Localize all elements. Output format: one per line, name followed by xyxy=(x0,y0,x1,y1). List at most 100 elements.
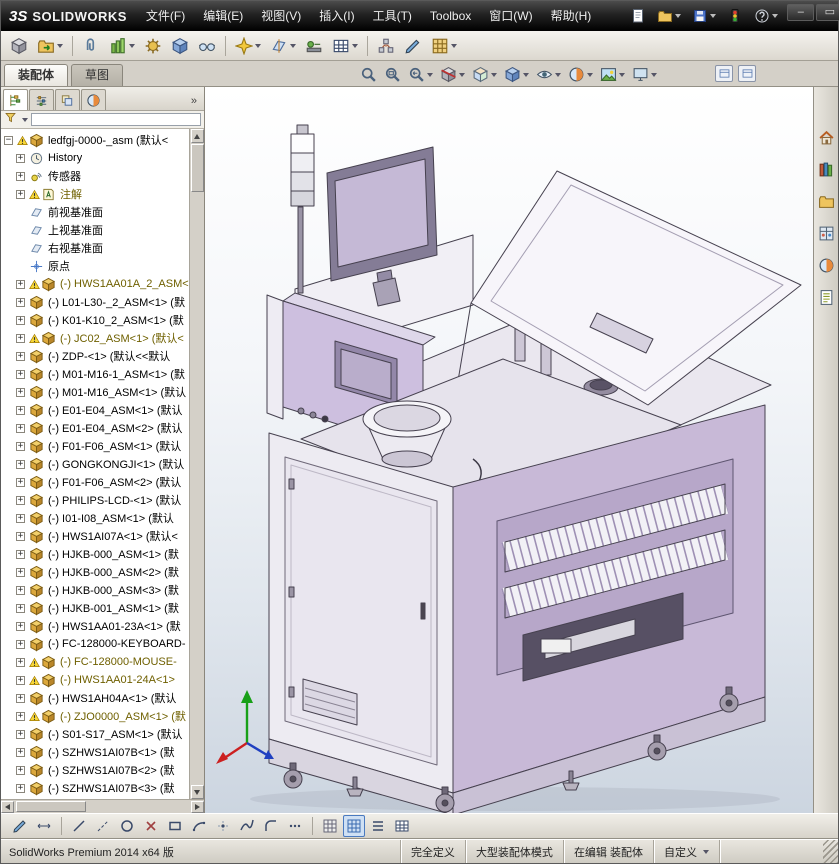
design-table-button[interactable] xyxy=(391,815,413,837)
feature-tree-item[interactable]: +(-) HWS1AA01-23A<1> (默 xyxy=(1,617,189,635)
filter-dropdown-icon[interactable] xyxy=(22,118,28,122)
expand-toggle-icon[interactable]: + xyxy=(16,370,25,379)
expand-toggle-icon[interactable]: + xyxy=(16,460,25,469)
circle-button[interactable] xyxy=(116,815,138,837)
menu-e[interactable]: 编辑(E) xyxy=(194,1,252,31)
feature-tree-item[interactable]: +(-) L01-L30-_2_ASM<1> (默 xyxy=(1,293,189,311)
feature-tree-item[interactable]: +传感器 xyxy=(1,167,189,185)
tree-filter-input[interactable] xyxy=(31,113,201,126)
display-style-button[interactable] xyxy=(501,63,532,86)
hscroll-thumb[interactable] xyxy=(16,801,86,812)
restore-button[interactable]: ▭ xyxy=(816,4,839,21)
expand-toggle-icon[interactable]: + xyxy=(16,550,25,559)
line-button[interactable] xyxy=(68,815,90,837)
linear-component-pattern-button[interactable] xyxy=(106,34,138,58)
feature-tree-item[interactable]: +(-) JC02_ASM<1> (默认< xyxy=(1,329,189,347)
propertymanager-tab[interactable] xyxy=(29,89,54,110)
feature-tree-item[interactable]: +(-) HWS1AA01A_2_ASM< xyxy=(1,275,189,293)
feature-tree-item[interactable]: +(-) PHILIPS-LCD-<1> (默认 xyxy=(1,491,189,509)
sketch-fillet-button[interactable] xyxy=(260,815,282,837)
feature-tree-item[interactable]: +(-) M01-M16-1_ASM<1> (默 xyxy=(1,365,189,383)
feature-tree-item[interactable]: +(-) HWS1AH04A<1> (默认 xyxy=(1,689,189,707)
arc-button[interactable] xyxy=(188,815,210,837)
section-view-button[interactable] xyxy=(437,63,468,86)
menu-toolbox[interactable]: Toolbox xyxy=(421,1,480,31)
feature-tree-item[interactable]: +(-) HJKB-000_ASM<3> (默 xyxy=(1,581,189,599)
feature-tree-item[interactable]: +(-) S01-S17_ASM<1> (默认 xyxy=(1,725,189,743)
tree-horizontal-scrollbar[interactable] xyxy=(1,799,204,813)
expand-toggle-icon[interactable]: − xyxy=(4,136,13,145)
expand-toggle-icon[interactable]: + xyxy=(16,712,25,721)
expand-toggle-icon[interactable]: + xyxy=(16,406,25,415)
view-settings-button[interactable] xyxy=(629,63,660,86)
menu-h[interactable]: 帮助(H) xyxy=(542,1,601,31)
menu-t[interactable]: 工具(T) xyxy=(364,1,421,31)
featuremanager-tree-tab[interactable] xyxy=(3,89,28,110)
new-document-button[interactable] xyxy=(626,5,650,27)
smart-fasteners-button[interactable] xyxy=(141,34,165,58)
more-sketch-tools-button[interactable] xyxy=(284,815,306,837)
feature-tree-item[interactable]: +(-) SZHWS1AI07B<3> (默 xyxy=(1,779,189,797)
expand-toggle-icon[interactable]: + xyxy=(16,496,25,505)
help-button[interactable] xyxy=(750,5,782,27)
panel-overflow-chevron[interactable]: » xyxy=(191,95,202,110)
scroll-down-button[interactable] xyxy=(191,785,204,799)
edit-appearance-button[interactable] xyxy=(565,63,596,86)
feature-tree-item[interactable]: 上视基准面 xyxy=(1,221,189,239)
large-assembly-mode-button[interactable] xyxy=(428,34,460,58)
feature-tree-item[interactable]: +(-) ZDP-<1> (默认<<默认 xyxy=(1,347,189,365)
assembly-features-button[interactable] xyxy=(232,34,264,58)
open-document-button[interactable] xyxy=(653,5,685,27)
pane-split-2-button[interactable] xyxy=(738,65,756,82)
apply-scene-button[interactable] xyxy=(597,63,628,86)
feature-tree-item[interactable]: +(-) HJKB-000_ASM<1> (默 xyxy=(1,545,189,563)
appearances-scenes-button[interactable] xyxy=(816,255,837,276)
expand-toggle-icon[interactable]: + xyxy=(16,478,25,487)
edit-component-button[interactable] xyxy=(7,34,31,58)
expand-toggle-icon[interactable]: + xyxy=(16,172,25,181)
corner-rectangle-button[interactable] xyxy=(164,815,186,837)
feature-tree-item[interactable]: 原点 xyxy=(1,257,189,275)
tab-草图[interactable]: 草图 xyxy=(71,64,123,86)
design-library-button[interactable] xyxy=(816,159,837,180)
hide-show-items-button[interactable] xyxy=(533,63,564,86)
configurationmanager-tab[interactable] xyxy=(55,89,80,110)
expand-toggle-icon[interactable]: + xyxy=(16,604,25,613)
scroll-right-button[interactable] xyxy=(191,801,204,813)
trim-entities-button[interactable] xyxy=(140,815,162,837)
expand-toggle-icon[interactable]: + xyxy=(16,568,25,577)
instant3d-button[interactable] xyxy=(401,34,425,58)
displaymanager-tab[interactable] xyxy=(81,89,106,110)
expand-toggle-icon[interactable]: + xyxy=(16,190,25,199)
scroll-thumb[interactable] xyxy=(191,144,204,192)
feature-tree-item[interactable]: +(-) ZJO0000_ASM<1> (默 xyxy=(1,707,189,725)
expand-toggle-icon[interactable]: + xyxy=(16,532,25,541)
view-orientation-button[interactable] xyxy=(469,63,500,86)
file-explorer-button[interactable] xyxy=(816,191,837,212)
feature-tree-item[interactable]: +(-) SZHWS1AI07B<2> (默 xyxy=(1,761,189,779)
expand-toggle-icon[interactable]: + xyxy=(16,658,25,667)
feature-tree-item[interactable]: +History xyxy=(1,149,189,167)
feature-tree-item[interactable]: 前视基准面 xyxy=(1,203,189,221)
expand-toggle-icon[interactable]: + xyxy=(16,676,25,685)
feature-tree-item[interactable]: +(-) E01-E04_ASM<1> (默认 xyxy=(1,401,189,419)
expand-toggle-icon[interactable]: + xyxy=(16,748,25,757)
expand-toggle-icon[interactable]: + xyxy=(16,784,25,793)
feature-tree-item[interactable]: +(-) F01-F06_ASM<2> (默认 xyxy=(1,473,189,491)
status-lights-button[interactable] xyxy=(723,5,747,27)
feature-tree-item[interactable]: +(-) SZHWS1AI07B<1> (默 xyxy=(1,743,189,761)
view-palette-button[interactable] xyxy=(816,223,837,244)
rapid-sketch-button[interactable] xyxy=(343,815,365,837)
feature-tree-root[interactable]: −ledfgj-0000-_asm (默认< xyxy=(1,131,189,149)
smart-dimension-button[interactable] xyxy=(33,815,55,837)
tab-装配体[interactable]: 装配体 xyxy=(4,64,68,86)
expand-toggle-icon[interactable]: + xyxy=(16,514,25,523)
new-motion-study-button[interactable] xyxy=(302,34,326,58)
line-format-button[interactable] xyxy=(367,815,389,837)
status-custom-dropdown[interactable]: 自定义 xyxy=(653,840,719,863)
filter-funnel-icon[interactable] xyxy=(4,111,17,129)
resize-grip[interactable] xyxy=(823,840,838,863)
expand-toggle-icon[interactable]: + xyxy=(16,334,25,343)
menu-v[interactable]: 视图(V) xyxy=(252,1,310,31)
feature-tree-item[interactable]: +(-) M01-M16_ASM<1> (默认 xyxy=(1,383,189,401)
